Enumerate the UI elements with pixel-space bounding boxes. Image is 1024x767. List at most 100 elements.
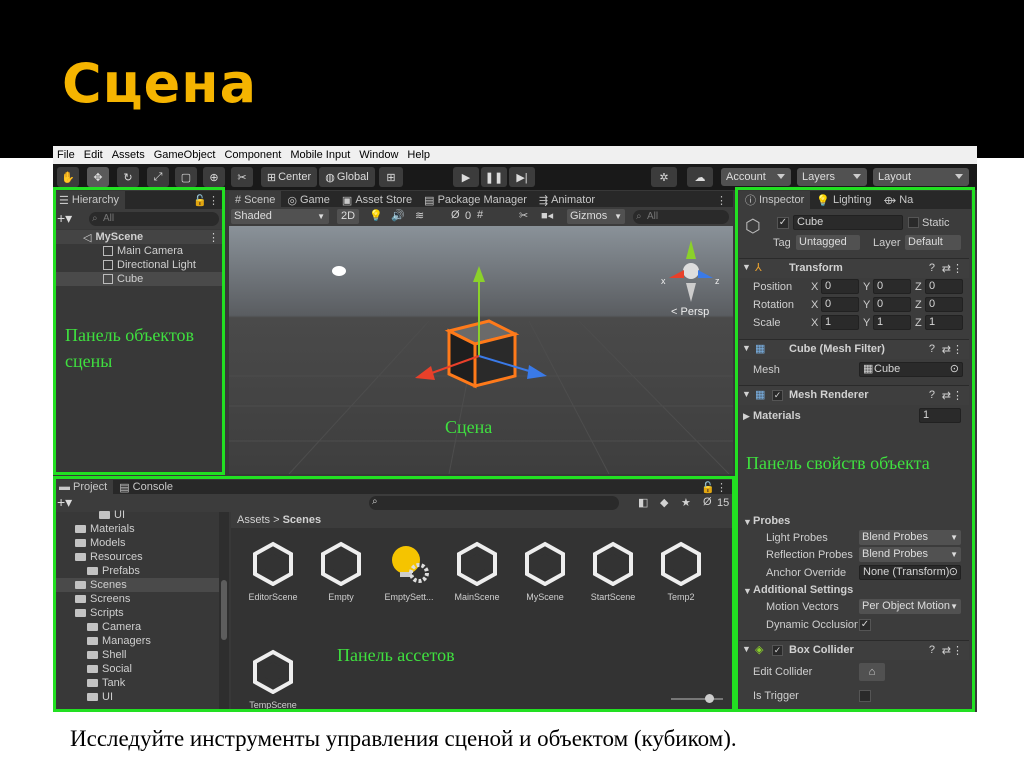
transform-y-field[interactable]: 0 — [873, 279, 911, 294]
preset-icon[interactable]: ⇄ — [942, 262, 951, 275]
asset-tile[interactable]: MyScene — [511, 540, 579, 602]
folder-tree-item[interactable]: Models — [53, 536, 219, 550]
tab-hierarchy[interactable]: ☰ Hierarchy — [53, 191, 125, 209]
folder-tree-item[interactable]: Screens — [53, 592, 219, 606]
folder-tree-item[interactable]: Social — [53, 662, 219, 676]
folder-tree-item[interactable]: Tank — [53, 676, 219, 690]
help-icon[interactable]: ? — [929, 343, 935, 355]
asset-tile[interactable]: TempScene — [239, 648, 307, 710]
gizmos-dropdown[interactable]: Gizmos ▼ — [567, 209, 625, 224]
reflection-probes-dropdown[interactable]: Blend Probes ▼ — [859, 547, 961, 562]
folder-tree-item[interactable]: Prefabs — [53, 564, 219, 578]
menu-window[interactable]: Window — [359, 149, 398, 161]
asset-tile[interactable]: EmptySett... — [375, 540, 443, 602]
tab-project[interactable]: ▬ Project — [53, 480, 114, 494]
motion-vectors-dropdown[interactable]: Per Object Motion ▼ — [859, 599, 961, 614]
transform-z-field[interactable]: 0 — [925, 297, 963, 312]
kebab-menu-icon[interactable]: ⋮ — [952, 262, 963, 275]
hand-tool-icon[interactable]: ✋ — [57, 167, 79, 187]
folder-tree-item[interactable]: Materials — [53, 522, 219, 536]
hierarchy-item[interactable]: Main Camera — [53, 244, 183, 258]
kebab-menu-icon[interactable]: ⋮ — [208, 231, 219, 244]
transform-z-field[interactable]: 0 — [925, 279, 963, 294]
pivot-center-button[interactable]: ⊞ Center — [261, 167, 317, 187]
breadcrumb-assets[interactable]: Assets — [237, 514, 270, 526]
folder-tree-item[interactable]: Resources — [53, 550, 219, 564]
menu-gameobject[interactable]: GameObject — [154, 149, 216, 161]
edit-collider-button[interactable]: ⌂ — [859, 663, 885, 681]
transform-x-field[interactable]: 0 — [821, 279, 859, 294]
object-picker-icon[interactable]: ⊙ — [950, 363, 959, 376]
audio-icon[interactable]: 🔊 — [391, 209, 405, 222]
transform-z-field[interactable]: 1 — [925, 315, 963, 330]
tag-dropdown[interactable]: Untagged — [796, 235, 860, 250]
materials-count-field[interactable]: 1 — [919, 408, 961, 423]
tab-navigation[interactable]: ⟴ Na — [878, 191, 920, 209]
enabled-checkbox[interactable]: ✓ — [772, 645, 783, 656]
mesh-filter-header[interactable]: ▼ ▦ Cube (Mesh Filter) ? ⇄ ⋮ — [739, 339, 969, 359]
mesh-field[interactable]: ▦ Cube ⊙ — [859, 362, 963, 377]
space-global-button[interactable]: ◍ Global — [319, 167, 375, 187]
transform-y-field[interactable]: 1 — [873, 315, 911, 330]
menu-mobile-input[interactable]: Mobile Input — [290, 149, 350, 161]
folder-tree-item[interactable]: Shell — [53, 648, 219, 662]
snap-icon[interactable]: ⊞ — [379, 167, 403, 187]
hierarchy-item[interactable]: Directional Light — [53, 258, 196, 272]
help-icon[interactable]: ? — [929, 644, 935, 656]
transform-x-field[interactable]: 1 — [821, 315, 859, 330]
anchor-override-field[interactable]: None (Transform) ⊙ — [859, 565, 961, 580]
folder-tree-item[interactable]: UI — [53, 690, 219, 704]
account-dropdown[interactable]: Account — [721, 168, 791, 186]
shading-dropdown[interactable]: Shaded ▼ — [231, 209, 329, 224]
object-picker-icon[interactable]: ⊙ — [949, 566, 958, 579]
light-icon[interactable]: 💡 — [369, 209, 383, 222]
object-name-input[interactable]: Cube — [793, 215, 903, 230]
tree-scrollbar[interactable] — [219, 512, 229, 712]
enabled-checkbox[interactable]: ✓ — [772, 390, 783, 401]
kebab-menu-icon[interactable]: ⋮ — [952, 389, 963, 402]
visibility-icon[interactable]: Ø — [451, 209, 460, 221]
lock-icon[interactable]: 🔓 — [701, 481, 715, 494]
preset-icon[interactable]: ⇄ — [942, 389, 951, 402]
scene-search-input[interactable]: ⌕ All — [633, 210, 729, 224]
kebab-menu-icon[interactable]: ⋮ — [716, 194, 727, 207]
persp-label[interactable]: < Persp — [671, 306, 709, 318]
box-collider-header[interactable]: ▼ ◈ ✓ Box Collider ? ⇄ ⋮ — [739, 640, 969, 660]
grid-toggle-icon[interactable]: # — [477, 209, 483, 221]
light-probes-dropdown[interactable]: Blend Probes ▼ — [859, 530, 961, 545]
scale-tool-icon[interactable]: ⤢ — [147, 167, 169, 187]
layer-dropdown[interactable]: Default — [905, 235, 961, 250]
kebab-menu-icon[interactable]: ⋮ — [208, 194, 219, 207]
asset-tile[interactable]: EditorScene — [239, 540, 307, 602]
transform-tool-icon[interactable]: ⊕ — [203, 167, 225, 187]
cube-object[interactable] — [444, 319, 520, 389]
hierarchy-item-selected[interactable]: Cube — [53, 272, 225, 286]
zoom-slider-handle[interactable] — [705, 694, 714, 703]
pause-button-icon[interactable]: ❚❚ — [481, 167, 507, 187]
dynamic-occlusion-checkbox[interactable]: ✓ — [859, 619, 871, 631]
menu-component[interactable]: Component — [224, 149, 281, 161]
camera-icon[interactable]: ■◂ — [541, 209, 553, 222]
move-tool-icon[interactable]: ✥ — [87, 167, 109, 187]
folder-tree-item[interactable]: Scenes — [53, 578, 219, 592]
effects-icon[interactable]: ≋ — [415, 209, 424, 222]
active-checkbox[interactable]: ✓ — [777, 217, 789, 229]
menu-help[interactable]: Help — [407, 149, 430, 161]
asset-tile[interactable]: Empty — [307, 540, 375, 602]
scrollbar-thumb[interactable] — [221, 580, 227, 640]
folder-tree-item[interactable]: UI — [53, 508, 219, 522]
custom-tool-icon[interactable]: ✂ — [231, 167, 253, 187]
folder-tree-item[interactable]: Scripts — [53, 606, 219, 620]
kebab-menu-icon[interactable]: ⋮ — [952, 644, 963, 657]
expand-arrow-icon[interactable]: ▼ — [743, 517, 752, 527]
cloud-icon[interactable]: ☁ — [687, 167, 713, 187]
hierarchy-scene-row[interactable]: ◁ MyScene ⋮ — [53, 230, 225, 244]
tab-inspector[interactable]: ⓘ Inspector — [739, 191, 811, 209]
asset-tile[interactable]: StartScene — [579, 540, 647, 602]
breadcrumb-scenes[interactable]: Scenes — [283, 514, 322, 526]
transform-y-field[interactable]: 0 — [873, 297, 911, 312]
expand-arrow-icon[interactable]: ▼ — [743, 586, 752, 596]
transform-header[interactable]: ▼ ⅄ Transform ? ⇄ ⋮ — [739, 258, 969, 278]
hidden-packages-icon[interactable]: Ø — [703, 496, 712, 508]
kebab-menu-icon[interactable]: ⋮ — [952, 343, 963, 356]
